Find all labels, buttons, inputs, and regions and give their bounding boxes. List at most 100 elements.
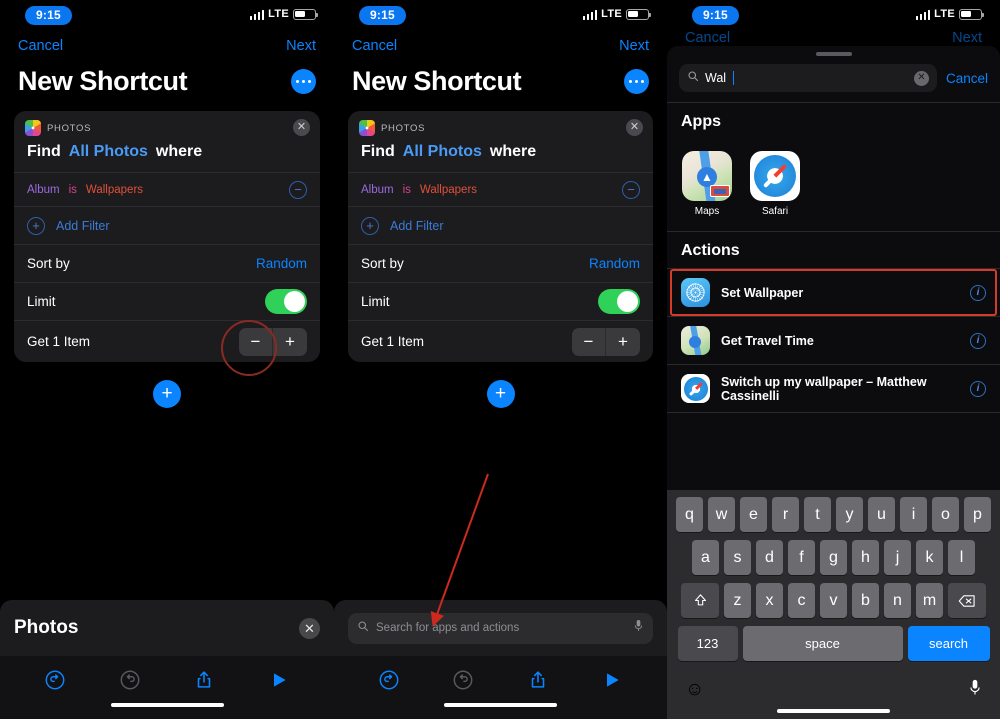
find-object[interactable]: All Photos (403, 143, 482, 161)
cancel-button[interactable]: Cancel (946, 71, 988, 86)
search-bar[interactable]: Search for apps and actions (348, 612, 653, 644)
key-b[interactable]: b (852, 583, 879, 618)
key-t[interactable]: t (804, 497, 831, 532)
share-icon[interactable] (501, 669, 575, 691)
key-q[interactable]: q (676, 497, 703, 532)
action-row-switch-wallpaper[interactable]: Switch up my wallpaper – Matthew Cassine… (667, 365, 1000, 412)
play-icon[interactable] (575, 670, 649, 690)
key-x[interactable]: x (756, 583, 783, 618)
key-e[interactable]: e (740, 497, 767, 532)
key-j[interactable]: j (884, 540, 911, 575)
shift-icon[interactable] (681, 583, 719, 618)
sort-by-row[interactable]: Sort by Random (14, 244, 320, 282)
close-icon[interactable]: ✕ (626, 119, 643, 136)
key-g[interactable]: g (820, 540, 847, 575)
search-key[interactable]: search (907, 626, 990, 661)
plus-circle-button[interactable]: + (486, 380, 515, 408)
info-icon[interactable]: i (970, 284, 986, 301)
play-icon[interactable] (242, 670, 317, 690)
filter-operator[interactable]: is (403, 184, 411, 196)
action-row-get-travel-time[interactable]: Get Travel Time i (667, 317, 1000, 364)
microphone-icon[interactable] (968, 678, 982, 702)
emoji-icon[interactable]: ☺ (685, 679, 704, 701)
keyboard-row-3: z x c v b n m (669, 583, 998, 618)
info-icon[interactable]: i (970, 332, 986, 349)
action-row-set-wallpaper[interactable]: Set Wallpaper i (667, 269, 1000, 316)
close-icon[interactable]: ✕ (299, 617, 320, 639)
filter-value[interactable]: Wallpapers (86, 184, 143, 196)
sort-by-value[interactable]: Random (589, 256, 640, 271)
info-icon[interactable]: i (970, 380, 986, 397)
key-w[interactable]: w (708, 497, 735, 532)
key-r[interactable]: r (772, 497, 799, 532)
filter-row[interactable]: Album is Wallpapers − (14, 172, 320, 206)
share-icon[interactable] (167, 669, 242, 691)
key-v[interactable]: v (820, 583, 847, 618)
filter-field[interactable]: Album (27, 184, 60, 196)
key-d[interactable]: d (756, 540, 783, 575)
undo-icon[interactable] (18, 669, 93, 691)
redo-icon[interactable] (426, 669, 500, 691)
key-m[interactable]: m (916, 583, 943, 618)
key-c[interactable]: c (788, 583, 815, 618)
photos-chip[interactable]: Photos ✕ (0, 600, 334, 656)
key-a[interactable]: a (692, 540, 719, 575)
cancel-button[interactable]: Cancel (352, 38, 397, 54)
plus-stepper-button[interactable]: + (606, 328, 640, 356)
next-button[interactable]: Next (286, 38, 316, 54)
minus-stepper-button[interactable]: − (572, 327, 606, 356)
action-label: Set Wallpaper (721, 285, 804, 300)
plus-circle-button[interactable]: + (153, 380, 181, 408)
plus-circle-icon[interactable]: + (27, 216, 45, 235)
app-result-safari[interactable]: Safari (749, 151, 801, 217)
add-filter-row[interactable]: + Add Filter (14, 206, 320, 244)
key-i[interactable]: i (900, 497, 927, 532)
sort-by-row[interactable]: Sort by Random (348, 244, 653, 282)
app-result-maps[interactable]: ▲ Maps (681, 151, 733, 217)
limit-row[interactable]: Limit (348, 282, 653, 320)
search-input[interactable]: Wal ✕ (679, 64, 937, 92)
minus-circle-icon[interactable]: − (289, 180, 307, 199)
action-card-photos[interactable]: PHOTOS ✕ Find All Photos where Album is … (14, 111, 320, 362)
space-key[interactable]: space (742, 626, 903, 661)
key-l[interactable]: l (948, 540, 975, 575)
cancel-button[interactable]: Cancel (18, 38, 63, 54)
divider (667, 412, 1000, 413)
add-filter-row[interactable]: + Add Filter (348, 206, 653, 244)
redo-icon[interactable] (93, 669, 168, 691)
plus-stepper-button[interactable]: + (273, 328, 307, 356)
key-z[interactable]: z (724, 583, 751, 618)
key-s[interactable]: s (724, 540, 751, 575)
get-items-row[interactable]: Get 1 Item − + (348, 320, 653, 362)
key-k[interactable]: k (916, 540, 943, 575)
limit-toggle[interactable] (265, 289, 307, 314)
limit-row[interactable]: Limit (14, 282, 320, 320)
filter-operator[interactable]: is (69, 184, 77, 196)
filter-row[interactable]: Album is Wallpapers − (348, 172, 653, 206)
next-button[interactable]: Next (619, 38, 649, 54)
filter-value[interactable]: Wallpapers (420, 184, 477, 196)
quantity-stepper[interactable]: − + (572, 327, 640, 356)
ellipsis-icon[interactable] (291, 69, 316, 94)
microphone-icon[interactable] (633, 619, 644, 638)
key-o[interactable]: o (932, 497, 959, 532)
key-u[interactable]: u (868, 497, 895, 532)
key-f[interactable]: f (788, 540, 815, 575)
close-icon[interactable]: ✕ (293, 119, 310, 136)
action-card-photos[interactable]: PHOTOS ✕ Find All Photos where Album is … (348, 111, 653, 362)
key-p[interactable]: p (964, 497, 991, 532)
plus-circle-icon[interactable]: + (361, 216, 379, 235)
minus-circle-icon[interactable]: − (622, 180, 640, 199)
key-y[interactable]: y (836, 497, 863, 532)
sort-by-value[interactable]: Random (256, 256, 307, 271)
clear-circle-icon[interactable]: ✕ (913, 70, 929, 86)
key-n[interactable]: n (884, 583, 911, 618)
undo-icon[interactable] (352, 669, 426, 691)
numbers-key[interactable]: 123 (677, 626, 738, 661)
filter-field[interactable]: Album (361, 184, 394, 196)
ellipsis-icon[interactable] (624, 69, 649, 94)
find-object[interactable]: All Photos (69, 143, 148, 161)
key-h[interactable]: h (852, 540, 879, 575)
backspace-icon[interactable] (948, 583, 986, 618)
limit-toggle[interactable] (598, 289, 640, 314)
